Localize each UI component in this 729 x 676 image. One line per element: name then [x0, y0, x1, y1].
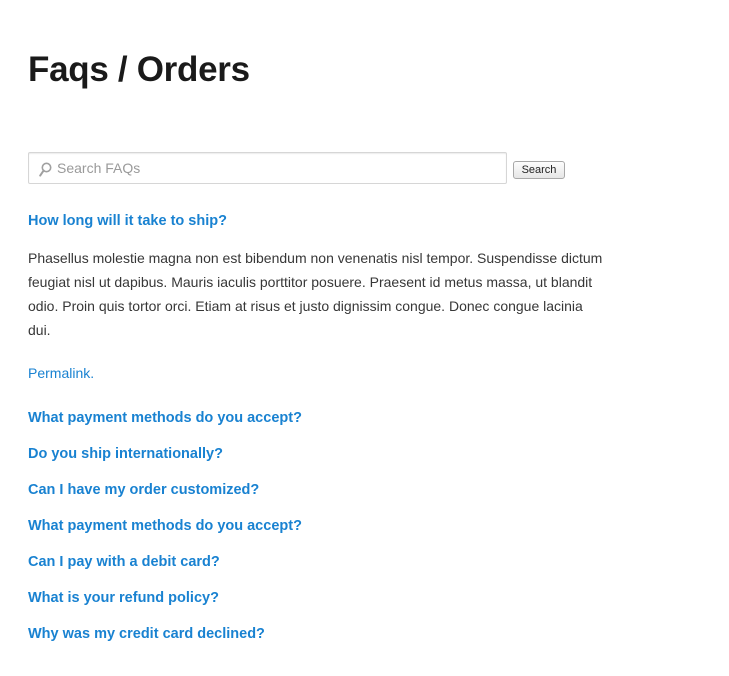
faq-item: Do you ship internationally?	[28, 444, 608, 464]
faq-question-link[interactable]: What payment methods do you accept?	[28, 408, 608, 428]
faq-question-link[interactable]: What payment methods do you accept?	[28, 516, 608, 536]
faq-item: What payment methods do you accept?	[28, 408, 608, 428]
faq-item: Why was my credit card declined?	[28, 624, 608, 644]
faq-question-link[interactable]: How long will it take to ship?	[28, 211, 608, 231]
faq-item: How long will it take to ship? Phasellus…	[28, 211, 608, 383]
faq-search-form: Search	[28, 152, 588, 184]
search-input[interactable]	[57, 156, 497, 180]
faq-question-link[interactable]: Can I have my order customized?	[28, 480, 608, 500]
faq-question-link[interactable]: Can I pay with a debit card?	[28, 552, 608, 572]
faq-answer: Phasellus molestie magna non est bibendu…	[28, 250, 603, 338]
search-box[interactable]	[28, 152, 507, 184]
faq-item: Can I pay with a debit card?	[28, 552, 608, 572]
faq-question-link[interactable]: Do you ship internationally?	[28, 444, 608, 464]
faq-question-link[interactable]: Why was my credit card declined?	[28, 624, 608, 644]
faq-question-link[interactable]: What is your refund policy?	[28, 588, 608, 608]
search-icon	[39, 162, 52, 177]
faq-list: How long will it take to ship? Phasellus…	[28, 211, 608, 644]
faq-item: What is your refund policy?	[28, 588, 608, 608]
permalink-link[interactable]: Permalink.	[28, 363, 608, 383]
search-button[interactable]: Search	[513, 161, 565, 179]
faq-item: Can I have my order customized?	[28, 480, 608, 500]
faq-item: What payment methods do you accept?	[28, 516, 608, 536]
page-title: Faqs / Orders	[28, 50, 250, 89]
